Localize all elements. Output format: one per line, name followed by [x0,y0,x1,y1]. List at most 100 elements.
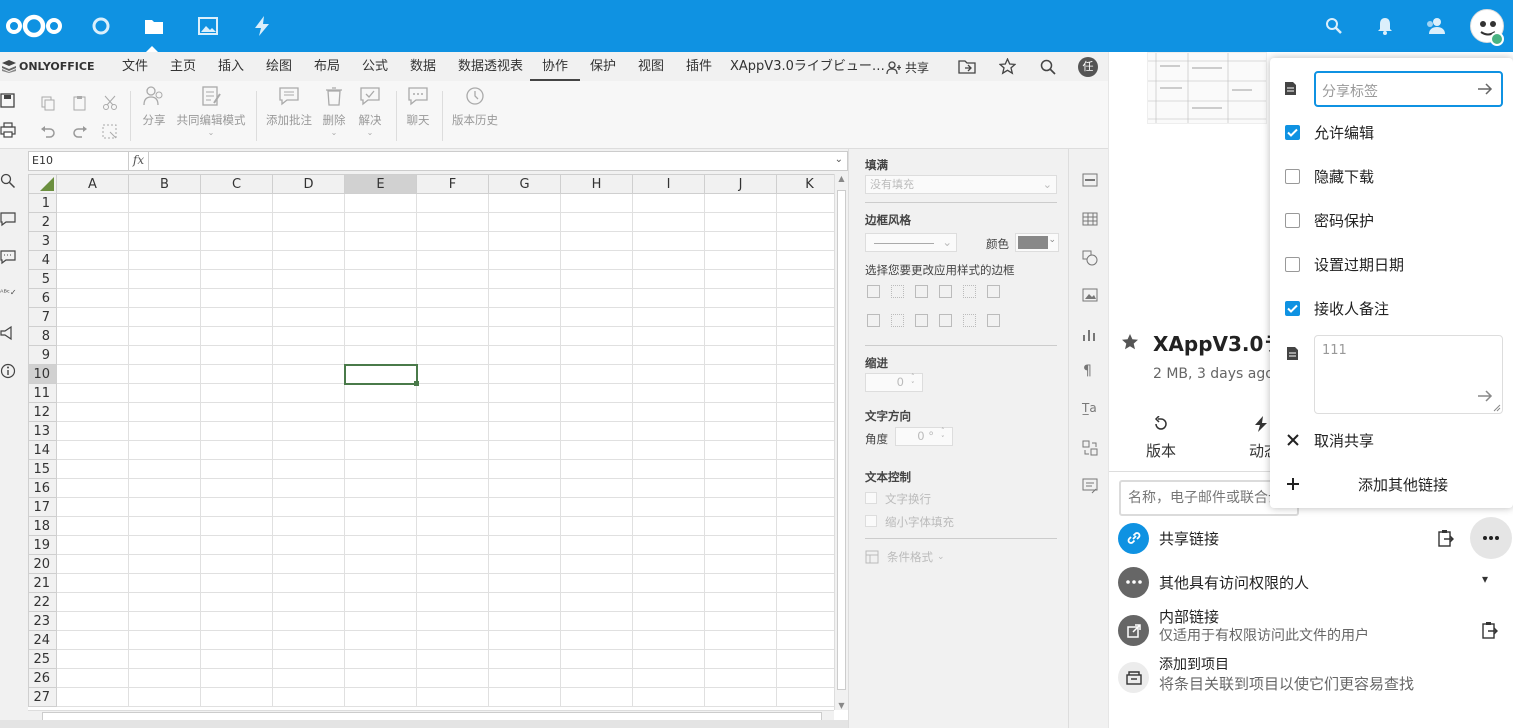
column-header[interactable]: A [56,174,129,194]
cell[interactable] [488,326,561,346]
row-header[interactable]: 11 [28,383,57,403]
cell[interactable] [416,630,489,650]
menu-insert[interactable]: 插入 [218,52,244,81]
cell[interactable] [128,668,201,688]
cell[interactable] [704,193,777,213]
border-color-picker[interactable]: ⌄ [1015,233,1059,252]
delete-comment-button[interactable]: 删除 ⌄ [320,81,348,149]
cell[interactable] [344,478,417,498]
allow-edit-checkbox[interactable] [1285,124,1300,140]
cell[interactable] [344,516,417,536]
border-preset-icon[interactable] [987,314,1000,327]
save-icon[interactable] [0,93,16,109]
cell[interactable] [272,554,345,574]
cell[interactable] [128,212,201,232]
cell[interactable] [272,687,345,707]
cell[interactable] [704,687,777,707]
border-preset-icon[interactable] [891,314,904,327]
cell[interactable] [632,459,705,479]
shrink-to-fit-checkbox[interactable] [865,515,877,527]
cell[interactable] [416,687,489,707]
cell[interactable] [416,554,489,574]
cell[interactable] [344,231,417,251]
cell[interactable] [560,687,633,707]
row-header[interactable]: 3 [28,231,57,251]
cell[interactable] [128,440,201,460]
row-header[interactable]: 24 [28,630,57,650]
image-settings-icon[interactable] [1082,288,1098,302]
cell[interactable] [488,687,561,707]
menu-formula[interactable]: 公式 [362,52,388,81]
fill-select[interactable]: 没有填充 ⌄ [865,175,1057,194]
cell[interactable] [632,497,705,517]
cell[interactable] [776,440,843,460]
cell[interactable] [56,364,129,384]
cell[interactable] [344,307,417,327]
cell[interactable] [128,269,201,289]
cell[interactable] [56,668,129,688]
cell[interactable] [560,288,633,308]
cell[interactable] [272,250,345,270]
cell[interactable] [200,535,273,555]
dashboard-icon[interactable] [74,0,128,52]
menu-plugins[interactable]: 插件 [686,52,712,81]
expand-formula-icon[interactable]: ⌄ [835,154,843,165]
cell[interactable] [488,478,561,498]
cell[interactable] [560,649,633,669]
cell[interactable] [272,592,345,612]
cell[interactable] [272,440,345,460]
cell[interactable] [344,345,417,365]
cell[interactable] [704,250,777,270]
fill-handle[interactable] [414,381,419,386]
cell[interactable] [776,383,843,403]
cell[interactable] [200,326,273,346]
paste-icon[interactable] [72,95,88,111]
active-cell[interactable] [343,363,419,386]
column-header[interactable]: K [776,174,843,194]
cell[interactable] [560,440,633,460]
scrollbar-thumb[interactable] [837,190,846,690]
cell[interactable] [776,687,843,707]
cell[interactable] [128,478,201,498]
chart-settings-icon[interactable] [1082,326,1098,342]
cell-reference-box[interactable]: E10 [29,152,129,170]
vertical-scrollbar[interactable]: ▲ ▼ [834,174,848,710]
cell[interactable] [416,573,489,593]
cell[interactable] [488,649,561,669]
menu-draw[interactable]: 绘图 [266,52,292,81]
cell[interactable] [704,592,777,612]
cell[interactable] [56,535,129,555]
cell[interactable] [632,421,705,441]
cell[interactable] [776,193,843,213]
select-all-corner[interactable] [28,174,57,194]
cell[interactable] [632,231,705,251]
menu-view[interactable]: 视图 [638,52,664,81]
cell[interactable] [56,231,129,251]
row-header[interactable]: 12 [28,402,57,422]
row-header[interactable]: 25 [28,649,57,669]
border-preset-icon[interactable] [963,285,976,298]
cell[interactable] [416,649,489,669]
cell[interactable] [200,193,273,213]
notifications-icon[interactable] [1358,0,1412,52]
cell[interactable] [704,440,777,460]
redo-icon[interactable] [72,124,88,138]
cell[interactable] [128,364,201,384]
cell[interactable] [776,345,843,365]
cell[interactable] [776,326,843,346]
cell[interactable] [776,402,843,422]
cell[interactable] [128,459,201,479]
cell[interactable] [776,307,843,327]
column-header[interactable]: G [488,174,561,194]
row-header[interactable]: 26 [28,668,57,688]
add-another-link-option[interactable]: 添加其他链接 [1270,462,1513,506]
more-actions-button[interactable] [1470,517,1512,559]
cell[interactable] [200,212,273,232]
row-header[interactable]: 10 [28,364,57,384]
cell[interactable] [272,516,345,536]
contacts-icon[interactable] [1408,0,1462,52]
menu-file[interactable]: 文件 [122,52,148,81]
cell[interactable] [56,345,129,365]
cell[interactable] [128,193,201,213]
cell[interactable] [488,193,561,213]
